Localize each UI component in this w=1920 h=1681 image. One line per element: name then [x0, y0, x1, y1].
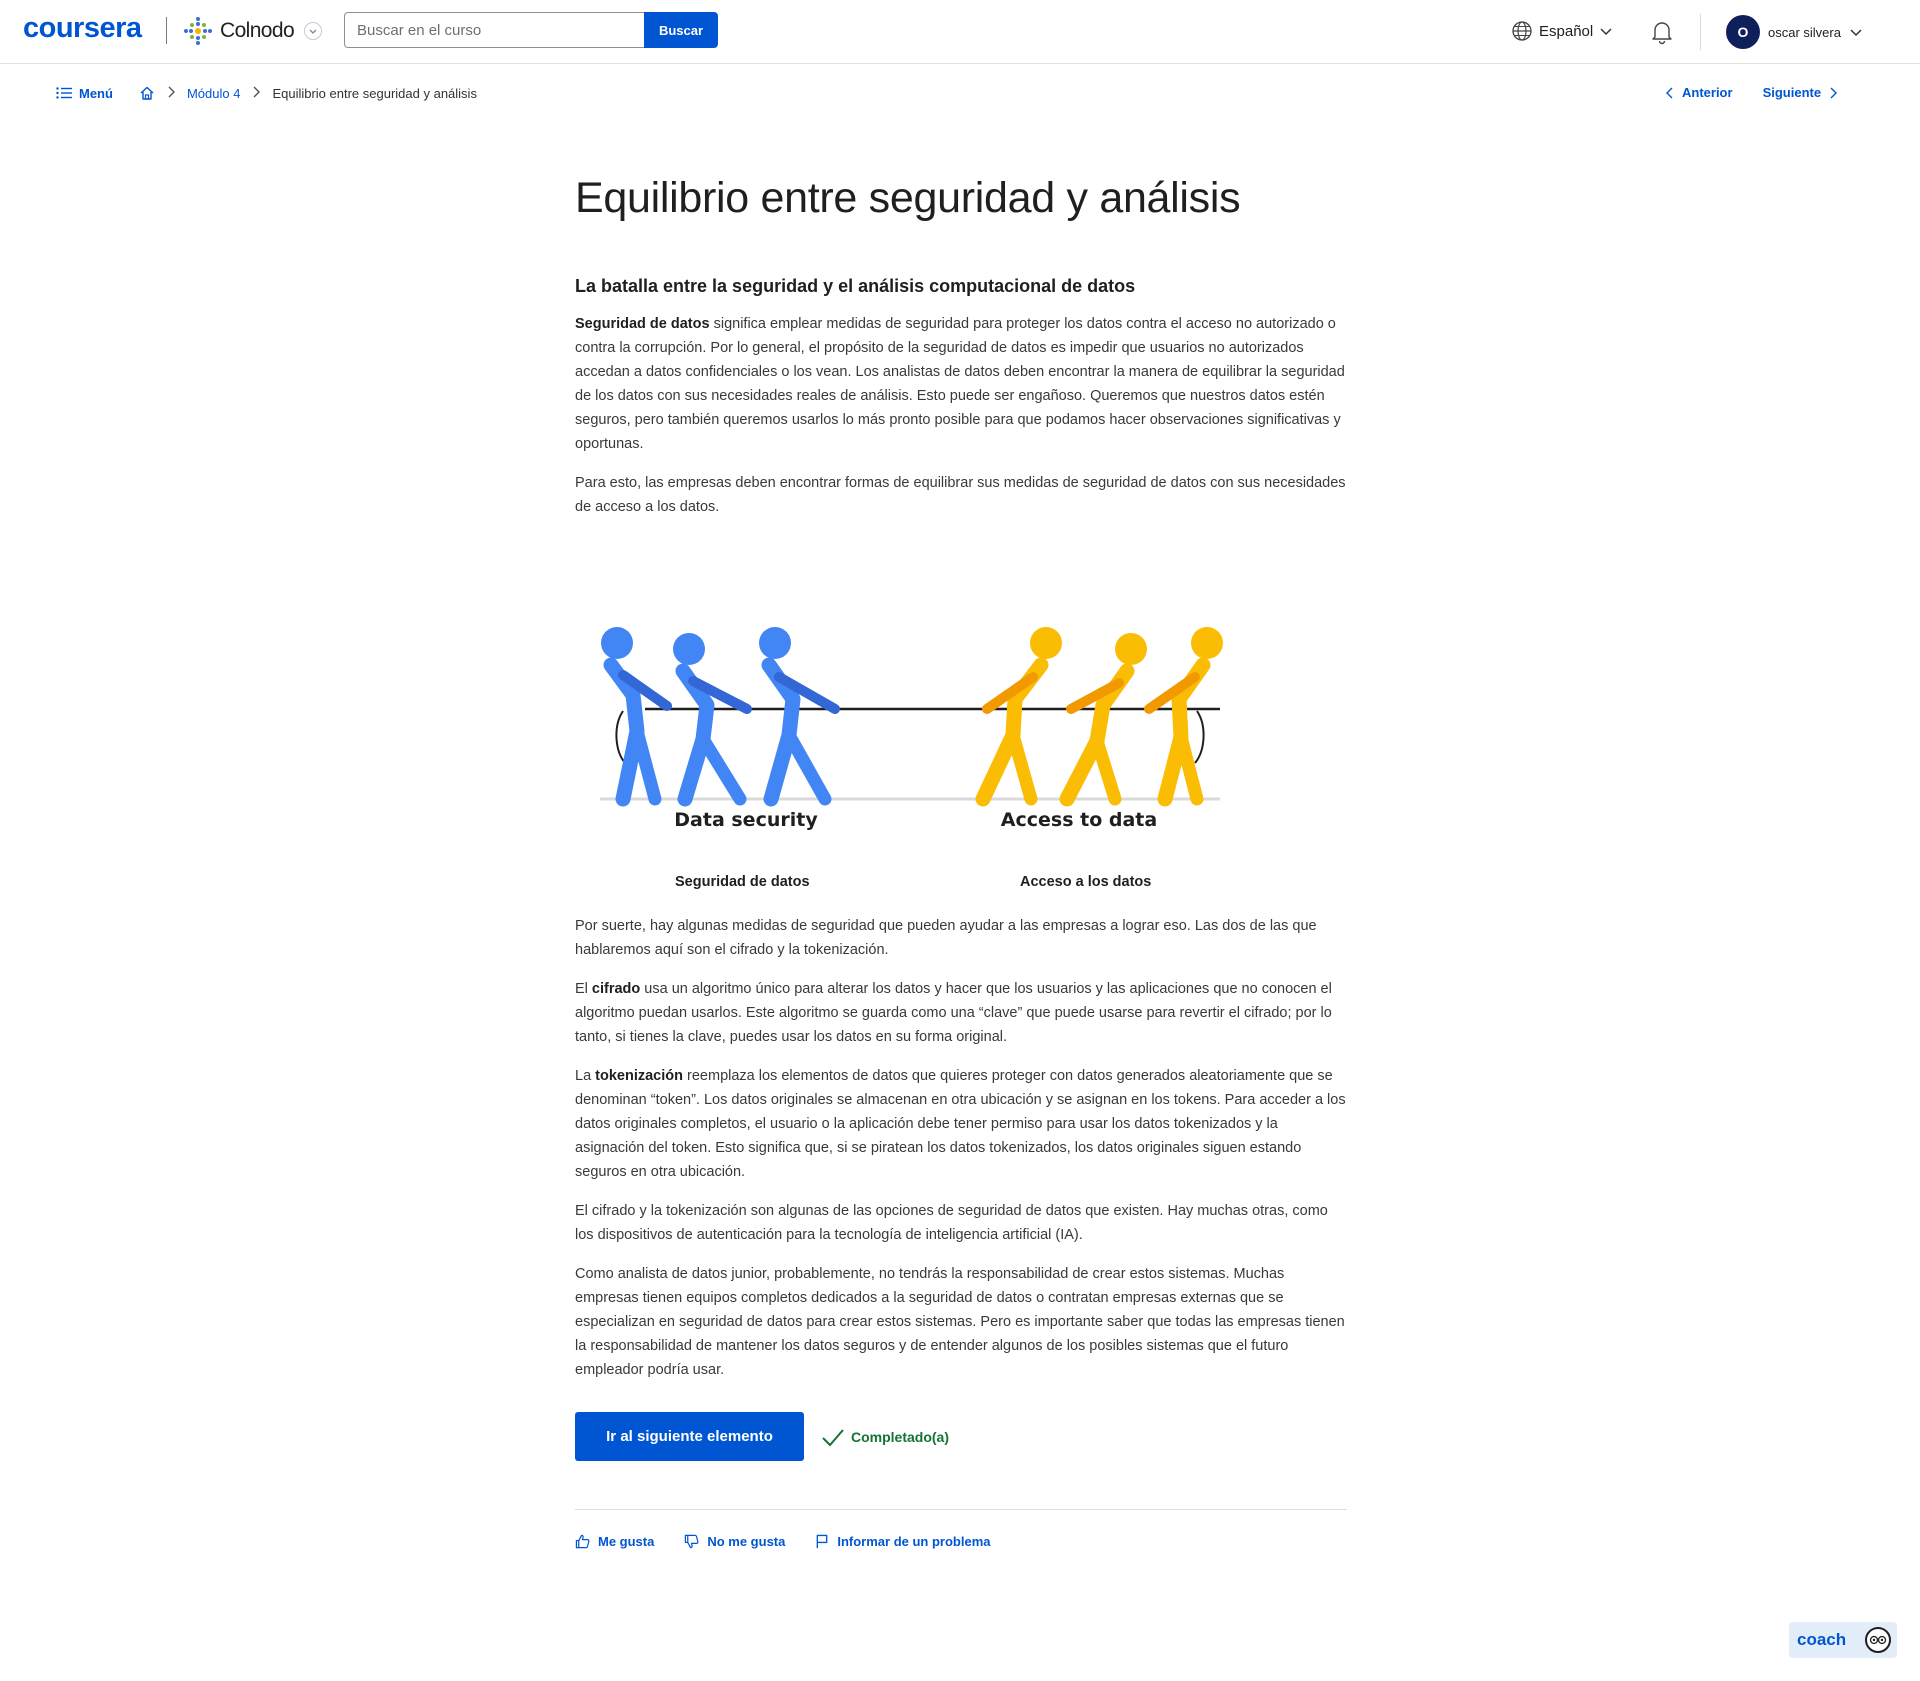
- avatar: O: [1726, 15, 1760, 49]
- tug-of-war-illustration: Data security Access to data: [575, 591, 1347, 846]
- breadcrumb-current: Equilibrio entre seguridad y análisis: [272, 85, 477, 101]
- breadcrumb-module-link[interactable]: Módulo 4: [187, 86, 240, 101]
- completion-actions: Ir al siguiente elemento Completado(a): [575, 1412, 1347, 1461]
- flag-icon: [817, 1534, 828, 1549]
- figure-label-data-security: Data security: [674, 809, 818, 831]
- like-label: Me gusta: [598, 1534, 655, 1549]
- coach-launcher[interactable]: coach: [1789, 1622, 1897, 1658]
- caption-left: Seguridad de datos: [675, 874, 810, 890]
- partner-switcher[interactable]: Colnodo: [182, 15, 323, 47]
- paragraph-text: significa emplear medidas de seguridad p…: [575, 316, 1345, 452]
- chevron-right-icon: [252, 86, 261, 101]
- paragraph: El cifrado y la tokenización son algunas…: [575, 1203, 1328, 1243]
- previous-item-link[interactable]: Anterior: [1666, 85, 1733, 100]
- tug-of-war-image: Data security Access to data: [600, 627, 1223, 831]
- next-item-link[interactable]: Siguiente: [1763, 85, 1838, 100]
- feedback-bar: Me gusta No me gusta Informar de un prob…: [575, 1534, 1347, 1549]
- figure-captions: Seguridad de datos Acceso a los datos: [575, 874, 1347, 914]
- paragraph: Como analista de datos junior, probablem…: [575, 1266, 1345, 1378]
- like-button[interactable]: Me gusta: [575, 1534, 654, 1549]
- report-label: Informar de un problema: [837, 1534, 991, 1549]
- thumbs-down-icon: [685, 1534, 699, 1549]
- breadcrumb: Menú Módulo 4 Equilibrio entre seguridad…: [56, 85, 477, 101]
- chevron-down-icon: [1600, 28, 1612, 36]
- user-menu[interactable]: O oscar silvera: [1726, 15, 1863, 49]
- chevron-down-icon: [1850, 29, 1862, 37]
- caption-right: Acceso a los datos: [1020, 874, 1152, 890]
- language-selector[interactable]: Español: [1511, 20, 1613, 42]
- item-pager: Anterior Siguiente: [1666, 85, 1838, 100]
- figure-label-access-to-data: Access to data: [1001, 809, 1157, 831]
- top-navbar: coursera Colnodo Buscar Españ: [0, 0, 1920, 64]
- next-label: Siguiente: [1762, 85, 1822, 100]
- dislike-label: No me gusta: [707, 1534, 786, 1549]
- page-title: Equilibrio entre seguridad y análisis: [575, 174, 1241, 222]
- partner-name: Colnodo: [220, 19, 295, 42]
- course-search: Buscar: [344, 12, 718, 48]
- user-name: oscar silvera: [1768, 24, 1841, 40]
- previous-label: Anterior: [1682, 85, 1733, 100]
- completed-status: Completado(a): [821, 1427, 949, 1447]
- paragraph: Por suerte, hay algunas medidas de segur…: [575, 918, 1317, 958]
- paragraph: El cifrado usa un algoritmo único para a…: [575, 977, 1347, 1049]
- coursera-logo[interactable]: coursera: [23, 12, 142, 45]
- chevron-right-icon: [167, 86, 175, 101]
- logo-divider: [166, 17, 167, 44]
- term-data-security: Seguridad de datos: [575, 316, 710, 332]
- paragraph-text: El: [575, 981, 592, 997]
- navbar-divider: [1700, 14, 1701, 50]
- coach-label: coach: [1797, 1630, 1847, 1649]
- chevron-left-icon: [1666, 87, 1673, 98]
- search-input[interactable]: [344, 12, 644, 48]
- go-to-next-item-button[interactable]: Ir al siguiente elemento: [575, 1412, 804, 1461]
- section-heading: La batalla entre la seguridad y el análi…: [575, 276, 1136, 296]
- notifications-bell-icon[interactable]: [1649, 19, 1675, 45]
- paragraph: La tokenización reemplaza los elementos …: [575, 1064, 1347, 1184]
- checkmark-icon: [822, 1428, 844, 1446]
- list-menu-icon: [56, 87, 72, 99]
- yellow-team-figures: [975, 627, 1223, 807]
- term-encryption: cifrado: [591, 981, 641, 997]
- globe-icon: [1512, 21, 1532, 41]
- colnodo-logo-icon: [184, 17, 212, 45]
- reading-content: Equilibrio entre seguridad y análisis La…: [575, 170, 1347, 1549]
- coach-eyes-icon: [1865, 1627, 1891, 1653]
- chevron-right-icon: [1830, 87, 1838, 98]
- term-tokenization: tokenización: [595, 1068, 683, 1084]
- paragraph: Seguridad de datos significa emplear med…: [575, 312, 1347, 456]
- section-divider: [575, 1509, 1347, 1510]
- language-label: Español: [1539, 22, 1594, 40]
- menu-toggle[interactable]: Menú: [56, 86, 113, 101]
- report-problem-button[interactable]: Informar de un problema: [815, 1534, 991, 1549]
- paragraph-text: usa un algoritmo único para alterar los …: [575, 981, 1332, 1045]
- thumbs-up-icon: [575, 1534, 590, 1549]
- completed-label: Completado(a): [851, 1428, 949, 1445]
- home-icon[interactable]: [139, 85, 155, 101]
- menu-label: Menú: [79, 85, 113, 101]
- paragraph-text: La: [575, 1068, 596, 1084]
- blue-team-figures: [601, 627, 840, 807]
- paragraph-text: reemplaza los elementos de datos que qui…: [575, 1068, 1346, 1180]
- chevron-down-icon: [304, 22, 323, 40]
- paragraph: Para esto, las empresas deben encontrar …: [575, 475, 1346, 515]
- search-button[interactable]: Buscar: [644, 12, 718, 48]
- dislike-button[interactable]: No me gusta: [684, 1534, 785, 1549]
